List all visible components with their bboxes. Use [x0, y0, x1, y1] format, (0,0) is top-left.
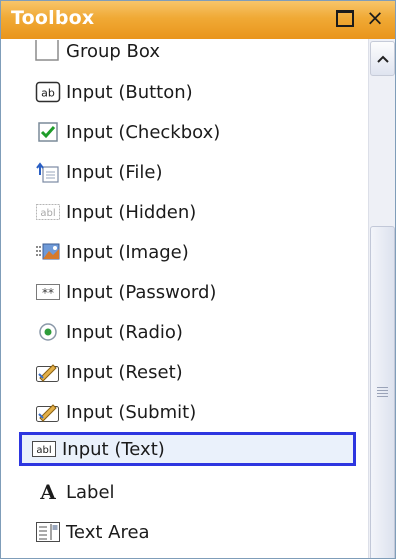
toolbox-item-input-text[interactable]: abl Input (Text) [19, 432, 356, 466]
toolbox-title: Toolbox [11, 7, 95, 29]
toolbox-item-group-box[interactable]: Group Box [34, 39, 160, 66]
submit-input-icon [34, 400, 62, 424]
toolbox-item-label[interactable]: A Label [34, 477, 115, 507]
toolbox-item-input-submit[interactable]: Input (Submit) [34, 397, 196, 427]
grip-icon [377, 385, 388, 399]
item-label: Group Box [66, 40, 160, 62]
chevron-up-icon [376, 55, 389, 63]
toolbox-item-input-checkbox[interactable]: Input (Checkbox) [34, 117, 220, 147]
toolbox-list: Group Box ab Input (Button) Input (Check… [1, 39, 369, 558]
svg-text:abl: abl [40, 208, 55, 219]
item-label: Input (Checkbox) [66, 121, 221, 143]
label-icon: A [34, 480, 62, 504]
item-label: Input (Password) [66, 281, 217, 303]
toolbox-panel: Toolbox × Group Box ab Input (Button) In… [0, 0, 396, 559]
svg-text:abl: abl [36, 445, 51, 456]
item-label: Input (Submit) [66, 401, 197, 423]
text-area-icon [34, 520, 62, 544]
toolbox-item-input-hidden[interactable]: abl Input (Hidden) [34, 197, 196, 227]
maximize-icon [336, 9, 354, 27]
toolbox-item-input-reset[interactable]: Input (Reset) [34, 357, 183, 387]
item-label: Text Area [66, 521, 150, 543]
svg-text:A: A [39, 481, 56, 503]
item-label: Input (Text) [62, 438, 165, 460]
hidden-input-icon: abl [34, 200, 62, 224]
toolbox-item-input-button[interactable]: ab Input (Button) [34, 77, 193, 107]
password-input-icon: ** [34, 280, 62, 304]
item-label: Input (Reset) [66, 361, 183, 383]
file-input-icon [34, 160, 62, 184]
input-button-icon: ab [34, 80, 62, 104]
item-label: Input (Hidden) [66, 201, 197, 223]
toolbox-item-input-radio[interactable]: Input (Radio) [34, 317, 183, 347]
svg-text:ab: ab [41, 87, 55, 100]
radio-icon [34, 320, 62, 344]
close-icon: × [366, 6, 384, 30]
toolbox-item-input-image[interactable]: Input (Image) [34, 237, 189, 267]
item-label: Label [66, 481, 115, 503]
reset-input-icon [34, 360, 62, 384]
maximize-button[interactable] [333, 5, 357, 31]
vertical-scrollbar[interactable] [368, 39, 395, 558]
svg-text:**: ** [42, 286, 54, 300]
checkbox-icon [34, 120, 62, 144]
toolbox-titlebar: Toolbox × [1, 1, 395, 39]
item-label: Input (Button) [66, 81, 193, 103]
close-button[interactable]: × [363, 5, 387, 31]
image-input-icon [34, 240, 62, 264]
group-box-icon [34, 39, 62, 63]
toolbox-item-text-area[interactable]: Text Area [34, 517, 150, 547]
toolbox-item-input-password[interactable]: ** Input (Password) [34, 277, 216, 307]
item-label: Input (Image) [66, 241, 189, 263]
item-label: Input (Radio) [66, 321, 183, 343]
text-input-icon: abl [30, 437, 58, 461]
scroll-up-button[interactable] [370, 41, 395, 76]
toolbox-item-input-file[interactable]: Input (File) [34, 157, 163, 187]
item-label: Input (File) [66, 161, 163, 183]
scrollbar-thumb[interactable] [370, 226, 395, 558]
